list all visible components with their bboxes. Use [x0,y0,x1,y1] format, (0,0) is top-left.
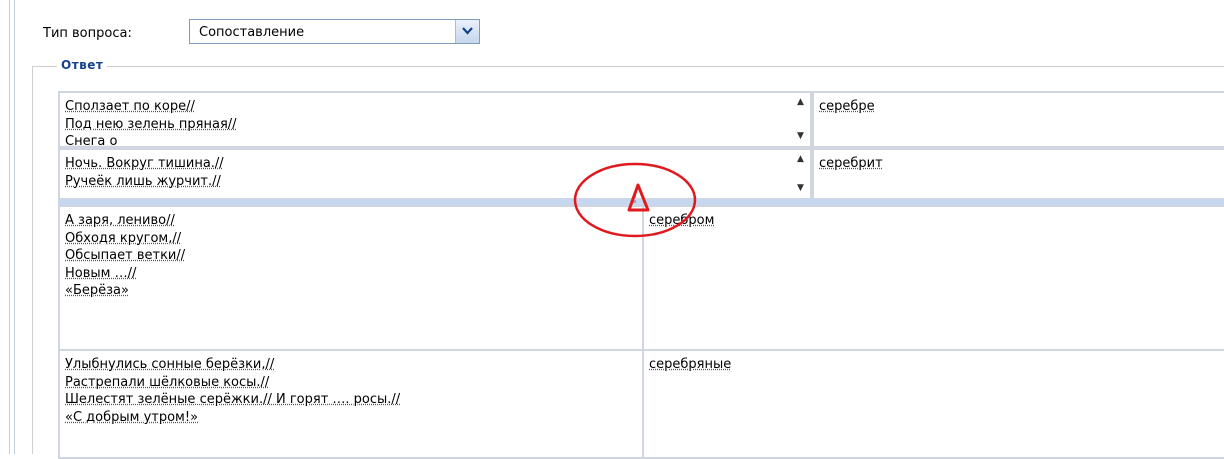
match-left-textarea-4[interactable]: Улыбнулись сонные берёзки,// Растрепали … [58,349,644,459]
match-right-text-1: серебре [819,99,875,114]
match-left-text-2: Ночь. Вокруг тишина.// Ручеёк лишь журчи… [65,156,224,200]
scrollbar-2[interactable]: ▲ ▼ [792,150,810,198]
match-right-field-2[interactable]: серебрит [812,148,1224,200]
answer-fieldset-border-top [32,66,1224,67]
match-left-text-4: Улыбнулись сонные берёзки,// Растрепали … [65,357,401,425]
scroll-down-icon[interactable]: ▼ [797,184,804,193]
question-type-select[interactable]: Сопоставление [189,19,480,44]
match-right-field-4[interactable]: серебряные [642,349,1224,459]
match-left-text-3: А заря, лениво// Обходя кругом,// Обсыпа… [65,213,186,298]
match-left-textarea-3[interactable]: А заря, лениво// Обходя кругом,// Обсыпа… [58,205,644,351]
answer-legend: Ответ [57,58,108,72]
left-border-rule-inner [14,0,15,454]
match-right-text-4: серебряные [649,357,732,372]
question-type-label: Тип вопроса: [43,26,132,41]
question-type-dropdown-button[interactable] [455,20,479,43]
left-border-rule [9,0,10,454]
match-right-field-1[interactable]: серебре [812,91,1224,148]
triangle-warning-icon [627,183,650,212]
scroll-up-icon[interactable]: ▲ [797,98,804,107]
match-right-text-2: серебрит [819,156,883,171]
match-left-text-1: Сползает по коре// Под нею зелень пряная… [65,99,237,148]
annotation-circle [573,162,697,238]
answer-fieldset-border-left [32,66,33,454]
chevron-down-icon [462,27,473,35]
scroll-down-icon[interactable]: ▼ [797,132,804,141]
scrollbar-1[interactable]: ▲ ▼ [792,93,810,146]
scroll-up-icon[interactable]: ▲ [797,155,804,164]
match-right-field-3[interactable]: серебром [642,205,1224,351]
question-type-value: Сопоставление [199,25,305,40]
match-left-textarea-1[interactable]: Сползает по коре// Под нею зелень пряная… [58,91,812,148]
